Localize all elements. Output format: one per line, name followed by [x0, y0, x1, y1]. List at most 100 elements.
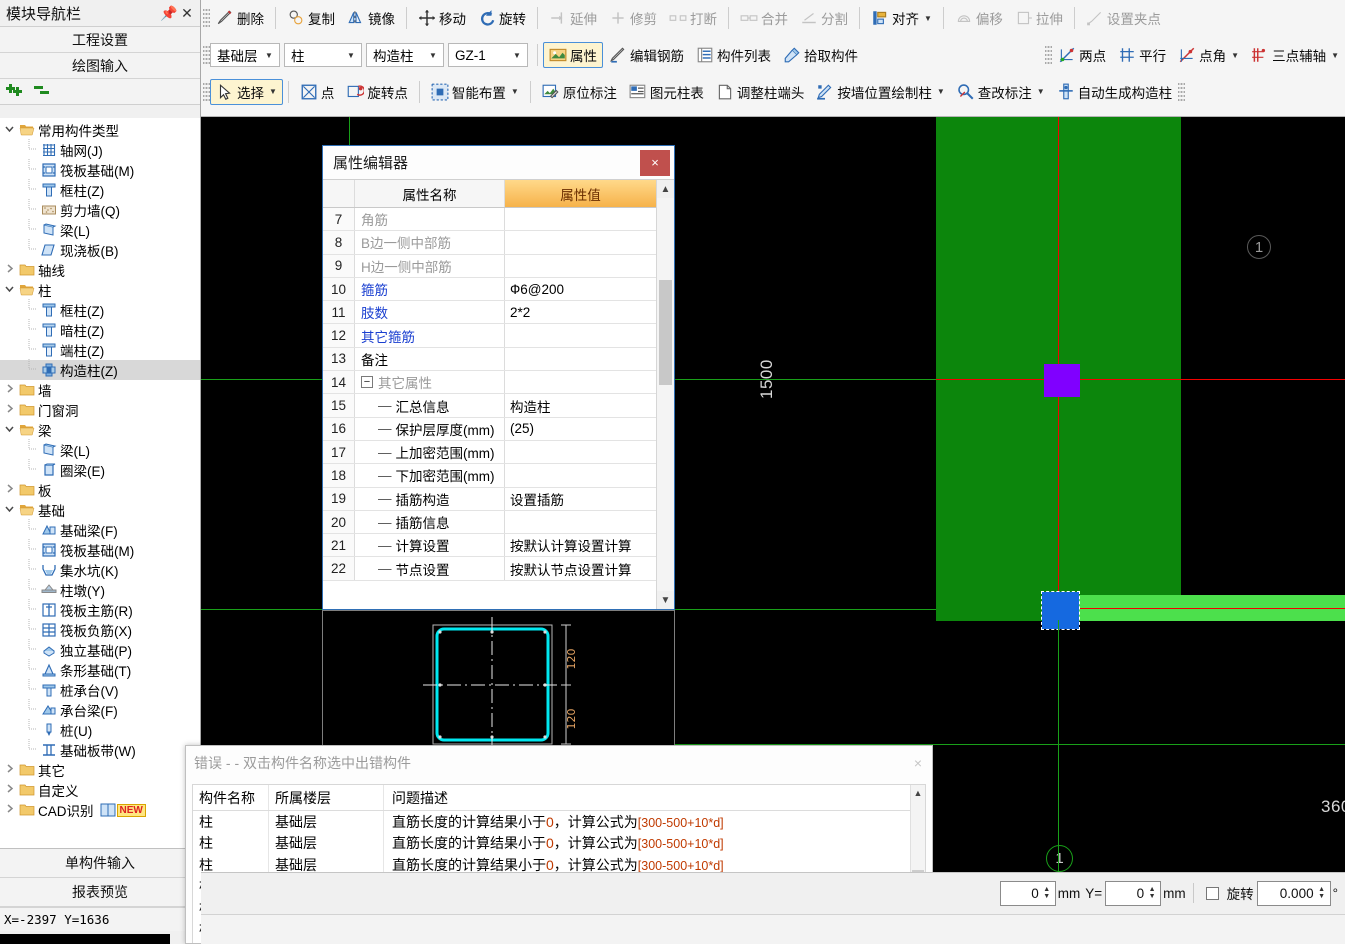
rotate-checkbox[interactable] [1205, 886, 1219, 900]
tree-item-轴线[interactable]: 轴线 [0, 260, 200, 280]
sidebar-button-report-preview[interactable]: 报表预览 [0, 878, 200, 907]
scrollbar-thumb[interactable] [659, 280, 672, 385]
toolbar-button-point-angle[interactable]: 点角 ▼ [1172, 42, 1245, 68]
property-row-name-cell[interactable]: — 插筋构造 [355, 487, 505, 510]
rotate-stepper[interactable]: ▲ ▼ [1316, 886, 1328, 900]
toolbar-button-check-annotation[interactable]: 查改标注 ▼ [951, 79, 1051, 105]
tree-item-柱[interactable]: 柱 [0, 280, 200, 300]
toolbar-button-component-list[interactable]: 构件列表 [690, 42, 777, 68]
property-row-name-cell[interactable]: 备注 [355, 347, 505, 371]
chevron-down-icon[interactable] [2, 503, 17, 517]
combo-floor[interactable]: 基础层 ▼ [210, 43, 280, 67]
chevron-down-icon[interactable]: ▼ [261, 51, 277, 60]
chevron-down-icon[interactable] [2, 123, 17, 137]
property-row[interactable]: 13 备注 [323, 347, 656, 372]
property-row-name-cell[interactable]: — 汇总信息 [355, 394, 505, 417]
toolbar-button-delete[interactable]: 删除 [210, 5, 270, 31]
chevron-right-icon[interactable] [2, 403, 17, 417]
property-row-name-cell[interactable]: H边一侧中部筋 [355, 254, 505, 277]
chevron-down-icon[interactable]: ▼ [657, 591, 674, 609]
toolbar-button-rotate-point[interactable]: 旋转点 [340, 79, 414, 105]
property-table-body[interactable]: 属性名称 属性值 7 角筋 8 B边一侧中部筋 9 H边一侧中部筋 10 箍筋 Ф6@200 11 肢数… [323, 180, 656, 609]
property-row-name-cell[interactable]: 箍筋 [355, 277, 505, 301]
chevron-right-icon[interactable] [2, 483, 17, 497]
property-row-name-cell[interactable]: — 插筋信息 [355, 510, 505, 534]
property-row-value[interactable] [505, 255, 656, 277]
tree-item-柱墩Y[interactable]: 柱墩(Y) [0, 578, 200, 600]
x-offset-stepper[interactable]: ▲ ▼ [1041, 886, 1053, 900]
chevron-down-icon[interactable]: ▼ [1231, 51, 1239, 60]
toolbar-button-in-situ-annotation[interactable]: 原位标注 [536, 79, 623, 105]
toolbar-button-draw-column-by-wall[interactable]: 按墙位置绘制柱 ▼ [810, 79, 950, 105]
toolbar-button-copy[interactable]: 复制 [281, 5, 341, 31]
property-row-name-cell[interactable]: 肢数 [355, 301, 505, 324]
property-row[interactable]: 20— 插筋信息 [323, 510, 656, 535]
tree-item-其它[interactable]: 其它 [0, 760, 200, 780]
toolbar-grip-component[interactable] [203, 44, 210, 66]
sidebar-button-drawing-input[interactable]: 绘图输入 [0, 53, 200, 79]
tree-item-梁L[interactable]: 梁(L) [0, 218, 200, 240]
property-row-value[interactable] [505, 231, 656, 253]
property-row[interactable]: 11 肢数 2*2 [323, 301, 656, 325]
column-element-selected[interactable] [1044, 364, 1080, 397]
chevron-right-icon[interactable] [2, 783, 17, 797]
collapse-icon[interactable]: − [361, 376, 373, 389]
chevron-down-icon[interactable]: ▼ [1037, 87, 1045, 96]
chevron-down-icon[interactable]: ▼ [924, 14, 932, 23]
tree-item-圈梁E[interactable]: 圈梁(E) [0, 458, 200, 480]
property-row-name-cell[interactable]: — 上加密范围(mm) [355, 440, 505, 464]
tree-item-承台梁F[interactable]: 承台梁(F) [0, 698, 200, 720]
tree-item-自定义[interactable]: 自定义 [0, 780, 200, 800]
combo-category[interactable]: 柱 ▼ [284, 43, 362, 67]
tree-item-板[interactable]: 板 [0, 480, 200, 500]
property-row-value[interactable] [505, 348, 656, 370]
toolbar-button-auto-generate-column[interactable]: 自动生成构造柱 [1051, 79, 1179, 105]
property-row[interactable]: 17— 上加密范围(mm) [323, 440, 656, 465]
chevron-down-icon[interactable]: ▼ [269, 87, 277, 96]
property-row-name-cell[interactable]: 其它箍筋 [355, 324, 505, 347]
toolbar-button-mirror[interactable]: 镜像 [341, 5, 401, 31]
tree-item-CAD识别[interactable]: CAD识别 NEW [0, 800, 200, 820]
property-row-name-cell[interactable]: 角筋 [355, 208, 505, 231]
chevron-right-icon[interactable] [2, 803, 17, 817]
tree-item-集水坑K[interactable]: 集水坑(K) [0, 558, 200, 580]
property-row[interactable]: 8 B边一侧中部筋 [323, 231, 656, 255]
tree-item-条形基础T[interactable]: 条形基础(T) [0, 658, 200, 680]
chevron-down-icon[interactable]: ▼ [937, 87, 945, 96]
rotate-input[interactable]: 0.000 ▲ ▼ [1256, 880, 1331, 906]
tree-item-常用构件类型[interactable]: 常用构件类型 [0, 120, 200, 140]
close-icon[interactable]: ✕ [178, 5, 196, 22]
property-row-value[interactable] [505, 511, 656, 533]
property-row-value[interactable] [505, 371, 656, 393]
pin-icon[interactable]: 📌 [160, 5, 178, 22]
chevron-right-icon[interactable] [2, 383, 17, 397]
chevron-down-icon[interactable] [2, 283, 17, 297]
tree-item-框柱Z[interactable]: 框柱(Z) [0, 178, 200, 200]
chevron-down-icon[interactable]: ▼ [1331, 51, 1339, 60]
tree-item-桩U[interactable]: 桩(U) [0, 718, 200, 740]
remove-icon[interactable] [34, 82, 54, 101]
tree-item-现浇板B[interactable]: 现浇板(B) [0, 238, 200, 260]
property-row[interactable]: 14− 其它属性 [323, 371, 656, 395]
toolbar-button-point[interactable]: 点 [294, 79, 341, 105]
property-row-name-cell[interactable]: − 其它属性 [355, 371, 505, 394]
property-row-value[interactable]: 设置插筋 [505, 488, 656, 510]
component-tree[interactable]: 常用构件类型 轴网(J) 筏板基础(M) 框柱(Z) 剪力墙(Q) 梁(L) 现浇板(B) 轴… [0, 118, 200, 848]
tree-item-梁L[interactable]: 梁(L) [0, 438, 200, 460]
toolbar-button-align[interactable]: 对齐 ▼ [865, 5, 938, 31]
y-offset-stepper[interactable]: ▲ ▼ [1146, 886, 1158, 900]
toolbar-button-pick-component[interactable]: 拾取构件 [777, 42, 864, 68]
chevron-up-icon[interactable]: ▲ [911, 785, 925, 800]
property-row-value[interactable]: 按默认计算设置计算 [505, 534, 656, 556]
property-row-name-cell[interactable]: B边一侧中部筋 [355, 231, 505, 254]
close-icon[interactable]: × [904, 755, 932, 771]
close-icon[interactable]: × [640, 149, 670, 176]
tree-item-筏板主筋R[interactable]: 筏板主筋(R) [0, 598, 200, 620]
property-row-name-cell[interactable]: — 节点设置 [355, 557, 505, 580]
toolbar-grip-edit[interactable] [203, 7, 210, 29]
toolbar-button-property[interactable]: 属性 [543, 42, 603, 68]
error-table-row[interactable]: 柱基础层直筋长度的计算结果小于0，计算公式为[300-500+10*d] [193, 832, 910, 854]
chevron-down-icon[interactable] [2, 423, 17, 437]
property-row-value[interactable]: (25) [505, 418, 656, 440]
toolbar-button-cursor[interactable]: 选择 ▼ [210, 78, 283, 105]
